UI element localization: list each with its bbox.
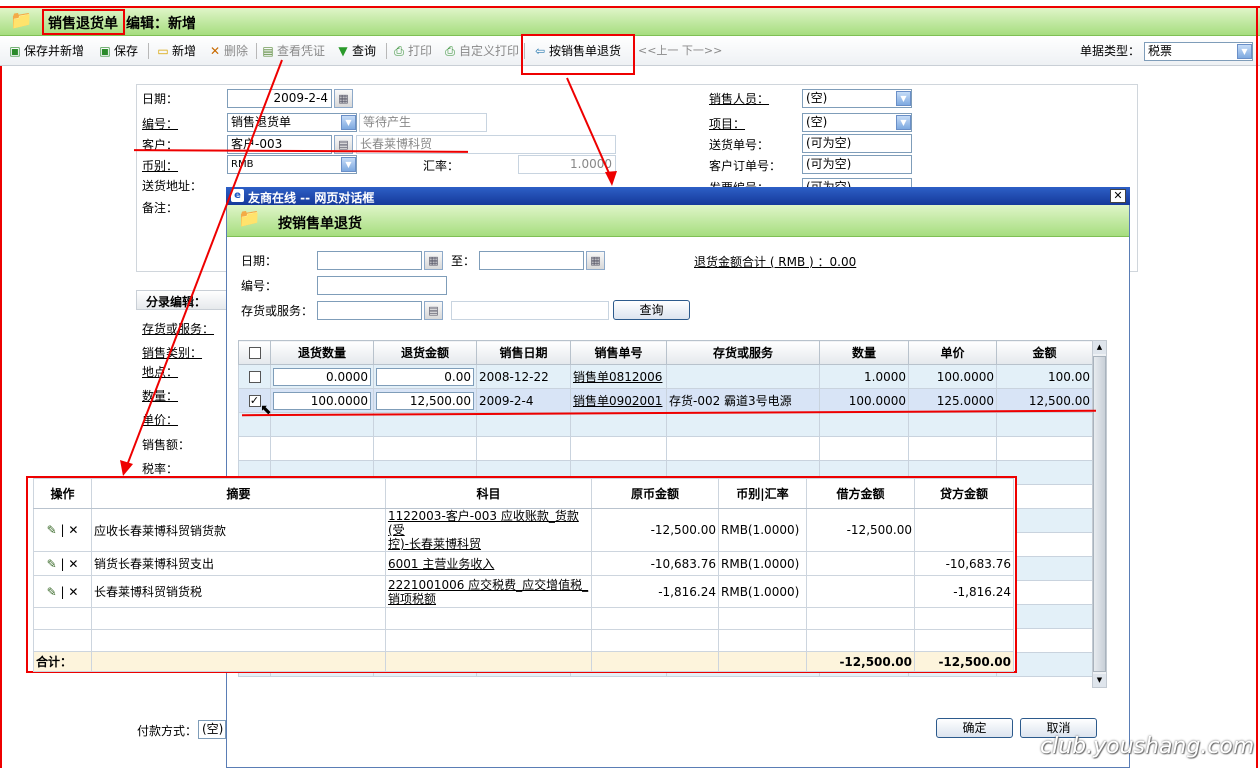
arrow-to-voucher [125, 59, 283, 469]
arrow-to-dialog-head [605, 171, 617, 186]
arrow-to-dialog [566, 77, 613, 181]
watermark-text: club.youshang.com [1040, 734, 1255, 759]
arrow-to-voucher-head [120, 460, 133, 476]
annotation-arrows [120, 59, 617, 476]
